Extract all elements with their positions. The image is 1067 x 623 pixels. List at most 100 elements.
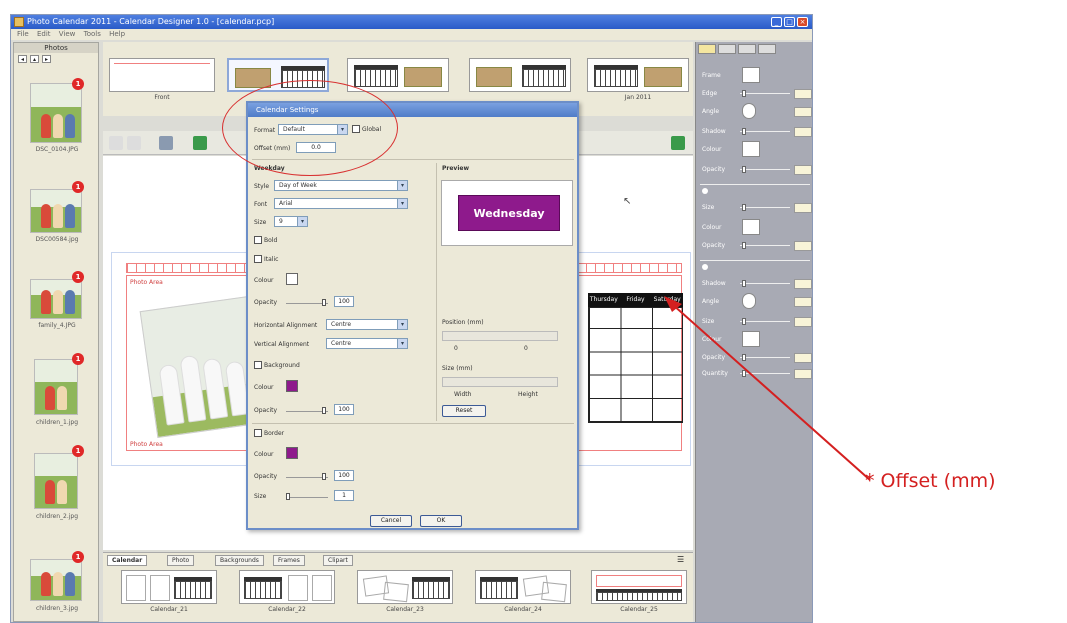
next-page-icon[interactable] [671,136,685,150]
tab-layers[interactable] [718,44,736,54]
panel-menu-icon[interactable]: ☰ [677,555,684,564]
menu-help[interactable]: Help [109,30,125,38]
photo-thumb[interactable] [30,83,82,143]
border-opacity-label: Opacity [254,473,278,480]
opacity-slider[interactable] [742,242,746,249]
style-select[interactable]: Day of Week ▾ [274,180,408,191]
edge-slider[interactable] [742,90,746,97]
tab-text[interactable] [738,44,756,54]
photo-count-badge: 1 [72,353,84,365]
opacity-slider[interactable] [322,299,326,306]
bg-colour-swatch[interactable] [286,380,298,392]
shadow-value[interactable] [794,279,812,289]
bold-checkbox[interactable] [254,236,262,244]
maximize-button[interactable]: □ [784,17,795,27]
menu-file[interactable]: File [17,30,29,38]
prop-label: Opacity [702,166,726,173]
angle-dial[interactable] [742,103,756,119]
size-value[interactable] [794,203,812,213]
border-opacity-input[interactable]: 100 [334,470,354,481]
photo-count-badge: 1 [72,271,84,283]
close-button[interactable]: × [797,17,808,27]
font-select[interactable]: Arial ▾ [274,198,408,209]
valign-value: Centre [331,340,352,347]
tab-clipart[interactable]: Clipart [323,555,353,566]
size-select[interactable]: 9 ▾ [274,216,308,227]
menu-edit[interactable]: Edit [37,30,51,38]
section-divider [700,184,810,185]
tab-frames[interactable]: Frames [273,555,305,566]
page-label: Jan 2011 [624,94,652,101]
tab-effects[interactable] [758,44,776,54]
frame-swatch[interactable] [742,67,760,83]
layout-thumb[interactable]: Calendar_21 [121,570,217,613]
title-bar: Photo Calendar 2011 - Calendar Designer … [11,15,812,29]
edge-value[interactable] [794,89,812,99]
photo-count-badge: 1 [72,181,84,193]
colour-swatch[interactable] [742,141,760,157]
divider [252,423,574,424]
position-field[interactable] [442,331,558,341]
layout-label: Calendar_25 [620,606,658,613]
undo-icon[interactable] [109,136,123,150]
section-toggle-icon[interactable] [702,264,708,270]
save-icon[interactable] [159,136,173,150]
photo-count-badge: 1 [72,78,84,90]
size-mm-label: Size (mm) [442,365,473,372]
add-photo-icon[interactable] [193,136,207,150]
bg-opacity-slider[interactable] [322,407,326,414]
opacity-slider[interactable] [742,166,746,173]
border-colour-swatch[interactable] [286,447,298,459]
nav-forward-icon[interactable]: ▸ [42,55,51,63]
opacity-input[interactable]: 100 [334,296,354,307]
page-thumb[interactable] [347,58,449,92]
ok-button[interactable]: OK [420,515,462,527]
redo-icon[interactable] [127,136,141,150]
prop-label: Opacity [702,242,726,249]
page-thumb-front[interactable]: Front [109,58,215,101]
size-slider[interactable] [742,204,746,211]
tab-backgrounds[interactable]: Backgrounds [215,555,264,566]
layout-thumb[interactable]: Calendar_25 [591,570,687,613]
size-field[interactable] [442,377,558,387]
opacity-value[interactable] [794,165,812,175]
section-toggle-icon[interactable] [702,188,708,194]
border-checkbox[interactable] [254,429,262,437]
nav-back-icon[interactable]: ◂ [18,55,27,63]
style-label: Style [254,183,270,190]
cancel-button[interactable]: Cancel [370,515,412,527]
background-checkbox[interactable] [254,361,262,369]
tab-properties[interactable] [698,44,716,54]
menu-view[interactable]: View [59,30,76,38]
nav-up-icon[interactable]: ▴ [30,55,39,63]
minimize-button[interactable]: _ [771,17,782,27]
page-thumb[interactable]: Jan 2011 [587,58,689,101]
opacity-value[interactable] [794,241,812,251]
border-size-slider[interactable] [286,493,290,500]
shadow-slider[interactable] [742,128,746,135]
shadow-slider[interactable] [742,280,746,287]
halign-select[interactable]: Centre ▾ [326,319,408,330]
border-size-input[interactable]: 1 [334,490,354,501]
page-thumb[interactable] [469,58,571,92]
border-opacity-slider[interactable] [322,473,326,480]
bg-opacity-input[interactable]: 100 [334,404,354,415]
layout-thumb[interactable]: Calendar_22 [239,570,335,613]
tab-calendar[interactable]: Calendar [107,555,148,566]
menu-tools[interactable]: Tools [84,30,101,38]
layout-thumb[interactable]: Calendar_24 [475,570,571,613]
angle-value[interactable] [794,107,812,117]
shadow-value[interactable] [794,127,812,137]
photo-thumb[interactable] [30,189,82,233]
text-colour-swatch[interactable] [286,273,298,285]
photo-thumb[interactable] [30,559,82,601]
valign-select[interactable]: Centre ▾ [326,338,408,349]
reset-button[interactable]: Reset [442,405,486,417]
layout-thumb[interactable]: Calendar_23 [357,570,453,613]
tab-photo[interactable]: Photo [167,555,195,566]
photo-thumb[interactable] [30,279,82,319]
photo-thumb[interactable] [34,359,78,415]
colour-swatch[interactable] [742,219,760,235]
italic-checkbox[interactable] [254,255,262,263]
photo-thumb[interactable] [34,453,78,509]
